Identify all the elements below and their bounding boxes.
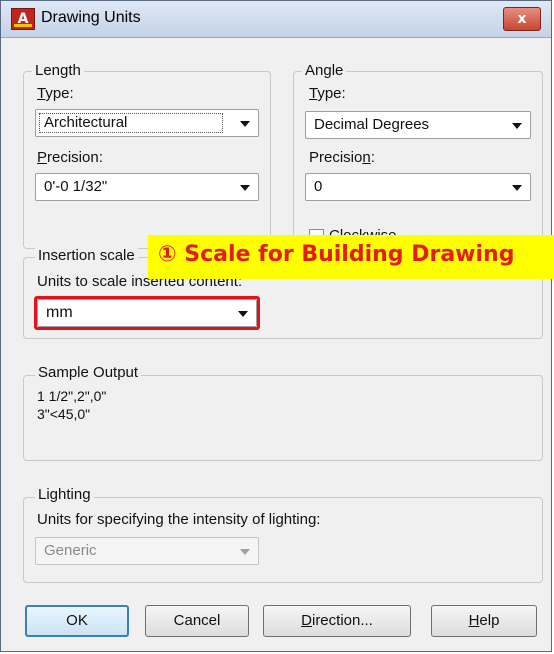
sample-output-line-2: 3"<45,0" <box>37 406 91 422</box>
autocad-app-icon: A <box>11 8 35 30</box>
annotation-callout: ① Scale for Building Drawing <box>148 235 554 279</box>
length-precision-value: 0'-0 1/32" <box>44 178 108 195</box>
cancel-button[interactable]: Cancel <box>145 605 249 637</box>
length-precision-select[interactable]: 0'-0 1/32" <box>35 173 259 201</box>
sample-output-legend: Sample Output <box>35 364 142 381</box>
length-type-value: Architectural <box>44 114 128 131</box>
drawing-units-dialog: A Drawing Units x Length Type: Architect… <box>0 0 554 652</box>
lighting-legend: Lighting <box>35 486 94 503</box>
lighting-units-select[interactable]: Generic <box>35 537 259 565</box>
angle-type-select[interactable]: Decimal Degrees <box>305 111 531 139</box>
angle-type-value: Decimal Degrees <box>314 116 430 133</box>
lighting-units-label: Units for specifying the intensity of li… <box>37 511 321 528</box>
sample-output-line-1: 1 1/2",2",0" <box>37 388 107 404</box>
lighting-units-value: Generic <box>44 542 97 559</box>
annotation-text: ① Scale for Building Drawing <box>158 242 515 267</box>
length-type-select[interactable]: Architectural <box>35 109 259 137</box>
chevron-down-icon <box>240 185 250 191</box>
direction-button[interactable]: Direction... <box>263 605 411 637</box>
length-legend: Length <box>32 62 84 79</box>
angle-legend: Angle <box>302 62 347 79</box>
angle-type-label: Type: <box>309 85 346 102</box>
dialog-title: Drawing Units <box>41 9 141 26</box>
ok-button[interactable]: OK <box>25 605 129 637</box>
length-type-label: Type: <box>37 85 74 102</box>
length-precision-label: Precision: <box>37 149 103 166</box>
chevron-down-icon <box>512 185 522 191</box>
annotation-highlight-frame <box>34 296 260 330</box>
help-button[interactable]: Help <box>431 605 537 637</box>
chevron-down-icon <box>240 549 250 555</box>
chevron-down-icon <box>512 123 522 129</box>
angle-precision-select[interactable]: 0 <box>305 173 531 201</box>
title-bar[interactable]: A Drawing Units x <box>1 1 551 38</box>
chevron-down-icon <box>240 121 250 127</box>
angle-precision-value: 0 <box>314 178 323 195</box>
insertion-scale-legend: Insertion scale <box>35 247 138 264</box>
angle-precision-label: Precision: <box>309 149 375 166</box>
close-button[interactable]: x <box>503 7 541 31</box>
